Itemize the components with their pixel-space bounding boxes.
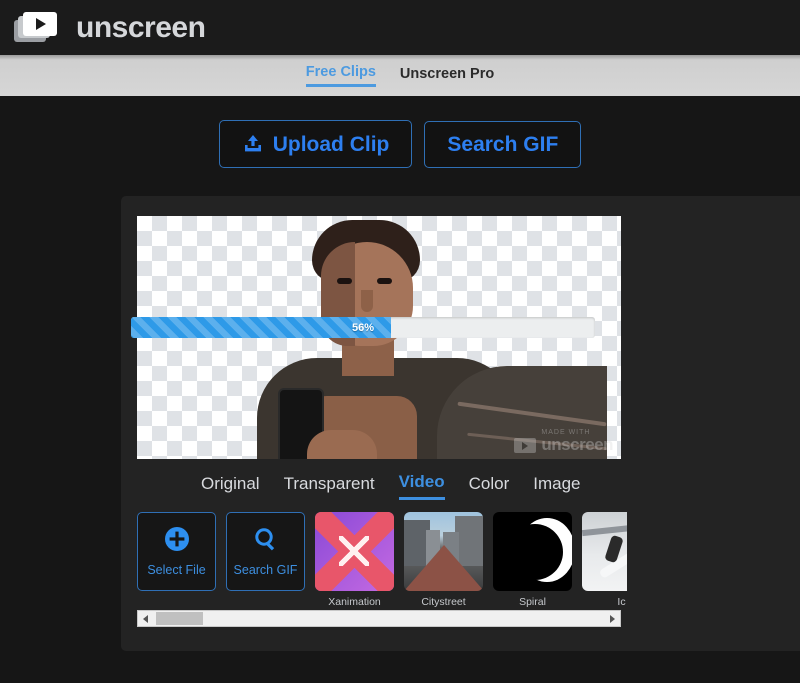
background-thumbnail[interactable]: Spiral — [493, 512, 572, 608]
logo-play-icon — [36, 17, 46, 30]
unscreen-logo-icon[interactable] — [14, 10, 62, 46]
processing-progress-bar: 56% — [131, 317, 595, 338]
action-bar: Upload Clip Search GIF — [0, 96, 800, 192]
plus-circle-icon — [164, 526, 190, 555]
thumbnail-label: Xanimation — [328, 596, 381, 608]
thumbnail-label: Citystreet — [421, 596, 466, 608]
search-gif-label: Search GIF — [447, 132, 559, 156]
mode-tab-original[interactable]: Original — [201, 474, 260, 499]
mode-tab-transparent[interactable]: Transparent — [284, 474, 375, 499]
mode-tab-image[interactable]: Image — [533, 474, 580, 499]
thumbnail-image-spiral — [493, 512, 572, 591]
picker-scrollbar[interactable] — [137, 610, 621, 627]
primary-nav: Free Clips Unscreen Pro — [0, 55, 800, 96]
search-gif-picker-label: Search GIF — [233, 563, 298, 577]
thumbnail-label: Spiral — [519, 596, 546, 608]
thumbnail-image-xanimation — [315, 512, 394, 591]
brand-name: unscreen — [76, 10, 206, 44]
upload-icon — [242, 133, 264, 155]
select-file-button[interactable]: Select File — [137, 512, 216, 591]
background-thumbnail[interactable]: Xanimation — [315, 512, 394, 608]
background-thumbnail[interactable]: Citystreet — [404, 512, 483, 608]
mode-tab-video[interactable]: Video — [398, 472, 445, 500]
search-gif-picker-button[interactable]: Search GIF — [226, 512, 305, 591]
editor-card: MADE WITH unscreen 56% Original Transpar… — [121, 196, 800, 651]
scrollbar-thumb[interactable] — [156, 612, 203, 625]
progress-percent-label: 56% — [351, 321, 375, 334]
background-mode-tabs: Original Transparent Video Color Image — [121, 472, 800, 500]
search-icon — [253, 526, 279, 555]
scroll-left-button[interactable] — [138, 611, 153, 626]
tab-unscreen-pro[interactable]: Unscreen Pro — [400, 66, 494, 86]
thumbnail-image-ice — [582, 512, 627, 591]
thumbnail-label: Ic — [617, 596, 626, 608]
upload-clip-label: Upload Clip — [272, 132, 390, 156]
app-header: unscreen — [0, 0, 800, 55]
upload-clip-button[interactable]: Upload Clip — [218, 120, 413, 168]
search-gif-button[interactable]: Search GIF — [424, 120, 582, 168]
background-thumbnail[interactable]: Ic — [582, 512, 627, 608]
tab-free-clips[interactable]: Free Clips — [305, 64, 376, 87]
background-picker-strip: Select File Search GIF Xanimation Cityst… — [137, 512, 627, 612]
scroll-right-button[interactable] — [605, 611, 620, 626]
mode-tab-color[interactable]: Color — [469, 474, 510, 499]
select-file-label: Select File — [147, 563, 206, 577]
scrollbar-track[interactable] — [153, 611, 605, 626]
thumbnail-image-citystreet — [404, 512, 483, 591]
